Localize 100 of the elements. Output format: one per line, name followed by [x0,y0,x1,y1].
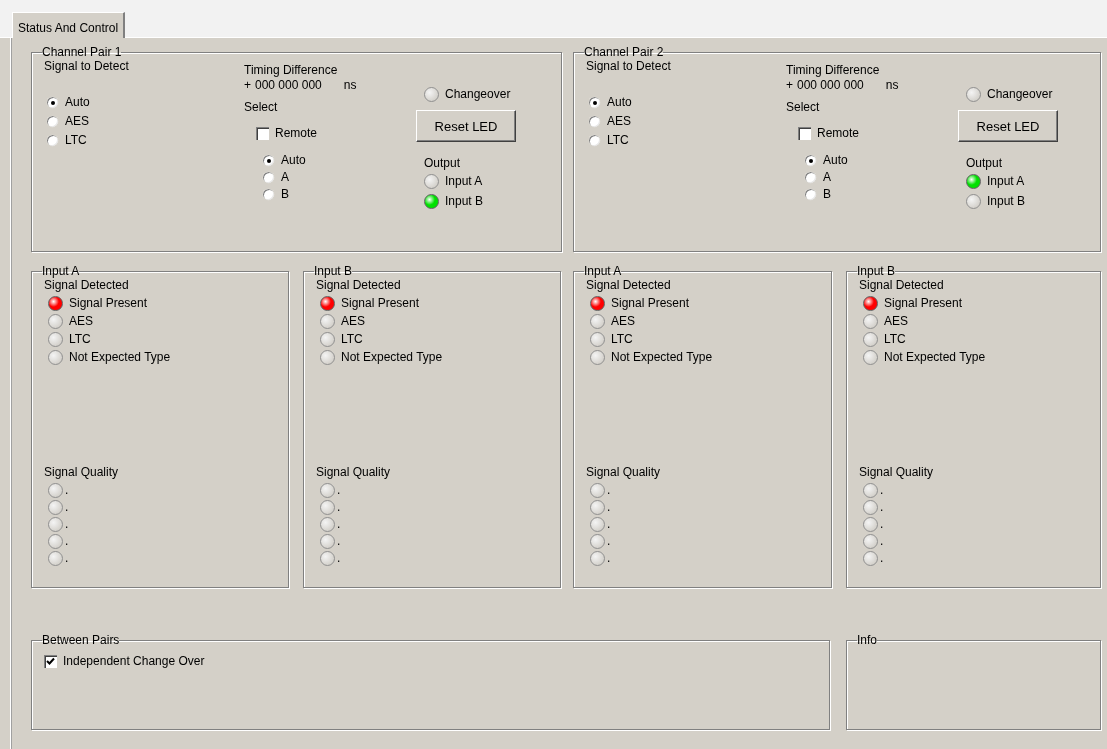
checkbox-label: Independent Change Over [63,653,205,670]
check-icon [46,657,55,666]
radio-label: Auto [281,152,306,169]
radio-button[interactable] [46,134,59,147]
sign-text: + [786,78,793,92]
led-label: Input B [987,194,1026,209]
led-label: Not Expected Type [884,350,986,365]
led-label: . [337,551,341,566]
group-title: Input A [42,266,80,278]
radio-button[interactable] [262,171,275,184]
radio-label: Auto [607,94,632,111]
led-label: . [337,483,341,498]
radio-button[interactable] [588,96,601,109]
led-label: Changeover [445,87,511,102]
radio-button[interactable] [46,115,59,128]
sign-text: + [244,78,251,92]
section-label: Signal Quality [586,465,662,480]
led-label: Input B [445,194,484,209]
section-label: Timing Difference [244,63,339,78]
section-label: Signal Detected [44,278,130,293]
led-label: . [607,517,611,532]
radio-label: Auto [65,94,90,111]
radio-label: LTC [65,132,87,149]
radio-button[interactable] [46,96,59,109]
led-label: . [880,483,884,498]
led-label: Not Expected Type [341,350,443,365]
checkbox-label: Remote [817,125,860,142]
radio-button[interactable] [262,188,275,201]
led-label: . [65,483,69,498]
group-title: Info [857,635,877,647]
checkbox[interactable] [798,127,811,140]
led-label: Signal Present [884,296,963,311]
led-label: . [880,517,884,532]
section-label: Signal Quality [44,465,120,480]
led-label: Not Expected Type [69,350,171,365]
section-label: Timing Difference [786,63,881,78]
group-title: Input B [857,266,896,278]
radio-label: AES [607,113,631,130]
led-label: . [607,534,611,549]
section-label: Signal Detected [316,278,402,293]
radio-button[interactable] [262,154,275,167]
led-label: Signal Present [69,296,148,311]
section-label: Signal Quality [316,465,392,480]
led-label: . [880,534,884,549]
section-label: Signal Detected [586,278,672,293]
group-title: Input A [584,266,622,278]
led-label: . [337,500,341,515]
unit-text: ns [343,78,357,92]
radio-label: A [281,169,289,186]
radio-label: A [823,169,831,186]
group-title: Channel Pair 1 [42,47,122,59]
led-label: LTC [341,332,363,347]
timing-value: 000 000 000 [797,78,864,92]
led-label: Input A [445,174,483,189]
radio-label: B [281,186,289,203]
led-label: . [65,500,69,515]
reset-led-button[interactable]: Reset LED [958,110,1058,142]
radio-label: Auto [823,152,848,169]
section-label: Signal Detected [859,278,945,293]
checkbox[interactable] [44,655,57,668]
group-title: Between Pairs [42,635,120,647]
section-label: Select [786,100,821,115]
led-label: . [337,534,341,549]
led-label: . [607,500,611,515]
section-label: Signal to Detect [44,59,130,74]
led-label: . [65,517,69,532]
led-label: Changeover [987,87,1053,102]
led-label: . [880,500,884,515]
checkbox-label: Remote [275,125,318,142]
led-label: Not Expected Type [611,350,713,365]
led-label: LTC [884,332,906,347]
timing-value: 000 000 000 [255,78,322,92]
radio-button[interactable] [804,171,817,184]
section-label: Output [966,156,1004,171]
led-label: LTC [611,332,633,347]
section-label: Output [424,156,462,171]
radio-button[interactable] [588,134,601,147]
led-label: AES [341,314,365,329]
group-title: Channel Pair 2 [584,47,664,59]
section-label: Select [244,100,279,115]
radio-button[interactable] [804,154,817,167]
led-label: AES [611,314,635,329]
led-label: Signal Present [341,296,420,311]
group-title: Input B [314,266,353,278]
led-label: . [65,534,69,549]
checkbox[interactable] [256,127,269,140]
led-label: . [607,483,611,498]
radio-label: AES [65,113,89,130]
tab[interactable]: Status And Control [12,12,126,38]
section-label: Signal Quality [859,465,935,480]
radio-button[interactable] [588,115,601,128]
led-label: AES [884,314,908,329]
led-label: . [607,551,611,566]
reset-led-button[interactable]: Reset LED [416,110,516,142]
led-label: AES [69,314,93,329]
radio-label: B [823,186,831,203]
led-label: Signal Present [611,296,690,311]
led-label: . [65,551,69,566]
radio-button[interactable] [804,188,817,201]
led-label: . [337,517,341,532]
